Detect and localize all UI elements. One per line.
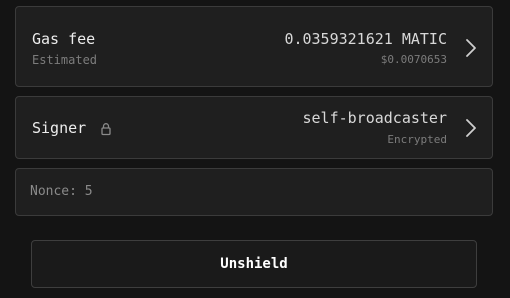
nonce-field[interactable]: Nonce: 5	[15, 168, 493, 216]
lock-icon	[101, 123, 111, 136]
nonce-text: Nonce: 5	[30, 184, 93, 199]
gas-fee-amount: 0.0359321621 MATIC	[284, 30, 447, 48]
signer-label: Signer	[32, 119, 87, 137]
signer-sublabel: Encrypted	[387, 133, 447, 146]
gas-fee-usd: $0.0070653	[380, 53, 447, 66]
gas-fee-sublabel: Estimated	[32, 53, 98, 67]
signer-row[interactable]: Signer self-broadcaster Encrypted	[15, 96, 493, 159]
chevron-right-icon	[466, 39, 476, 57]
gas-fee-row[interactable]: Gas fee Estimated 0.0359321621 MATIC $0.…	[15, 6, 493, 87]
chevron-right-icon	[466, 119, 476, 137]
unshield-button[interactable]: Unshield	[31, 240, 477, 288]
gas-fee-label: Gas fee	[32, 30, 96, 48]
signer-value: self-broadcaster	[302, 109, 448, 127]
